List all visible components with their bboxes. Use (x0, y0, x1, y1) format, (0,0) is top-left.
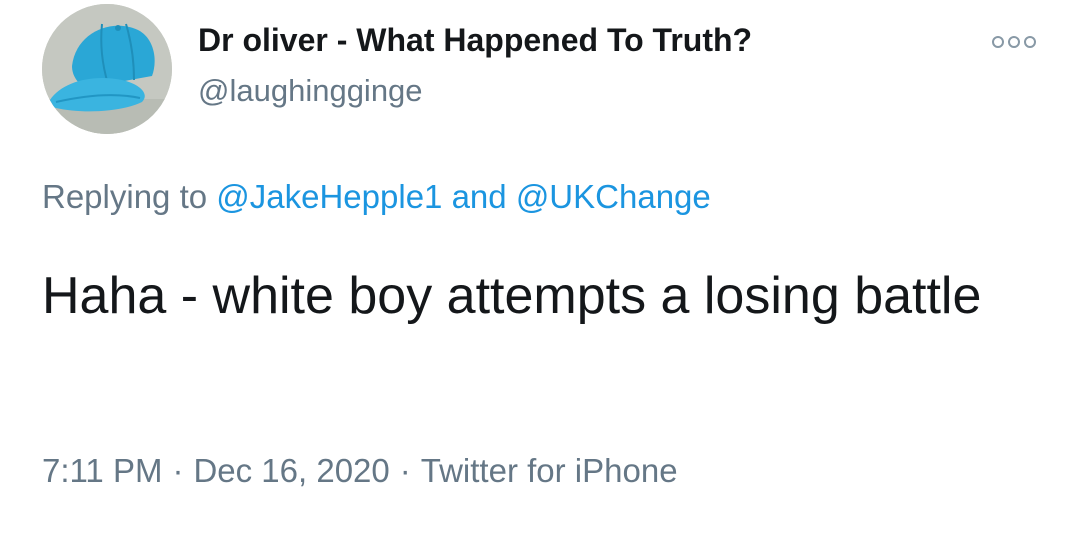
reply-prefix: Replying to (42, 178, 217, 215)
tweet-date[interactable]: Dec 16, 2020 (193, 452, 389, 489)
tweet-time[interactable]: 7:11 PM (42, 452, 162, 489)
tweet-meta: 7:11 PM · Dec 16, 2020 · Twitter for iPhone (42, 452, 678, 490)
reply-connector: and (442, 178, 516, 215)
author-display-name[interactable]: Dr oliver - What Happened To Truth? (198, 22, 752, 59)
reply-context: Replying to @JakeHepple1 and @UKChange (42, 178, 711, 216)
avatar[interactable] (42, 4, 172, 134)
more-options-icon (992, 36, 1036, 48)
blue-cap-avatar-icon (42, 4, 172, 134)
tweet-source[interactable]: Twitter for iPhone (421, 452, 678, 489)
mention-link-jakehepple1[interactable]: @JakeHepple1 (216, 178, 442, 215)
tweet-card: Dr oliver - What Happened To Truth? @lau… (0, 0, 1080, 537)
author-handle[interactable]: @laughingginge (198, 73, 423, 109)
mention-link-ukchange[interactable]: @UKChange (516, 178, 711, 215)
meta-separator: · (172, 452, 184, 489)
tweet-text: Haha - white boy attempts a losing battl… (42, 267, 982, 325)
meta-separator: · (399, 452, 411, 489)
more-options-button[interactable] (990, 30, 1038, 54)
